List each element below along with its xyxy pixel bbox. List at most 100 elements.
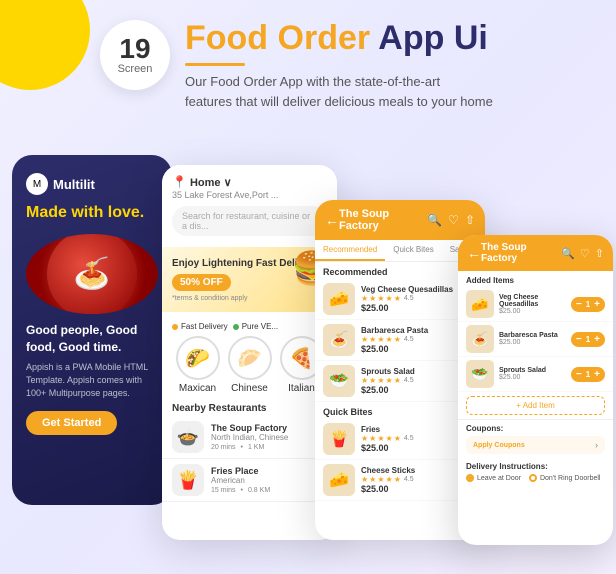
cart-item-quesadillas: 🧀 Veg Cheese Quesadillas $25.00 − 1 + <box>458 287 613 322</box>
fast-delivery-dot <box>172 324 178 330</box>
heart-icon[interactable]: ♡ <box>448 213 459 227</box>
star3: ★ <box>377 294 384 303</box>
restaurant-item-soup[interactable]: 🍲 The Soup Factory North Indian, Chinese… <box>162 416 337 459</box>
cart-share-icon[interactable]: ⇧ <box>595 247 604 260</box>
menu-thumb-salad: 🥗 <box>323 365 355 397</box>
qty-plus-salad[interactable]: + <box>594 369 600 380</box>
cart-restaurant-name: The Soup Factory <box>481 242 561 264</box>
delivery-option-ring[interactable]: Don't Ring Doorbell <box>529 474 600 482</box>
tab-recommended[interactable]: Recommended <box>315 240 385 261</box>
subtitle: Our Food Order App with the state-of-the… <box>185 72 525 111</box>
restaurant-item-fries[interactable]: 🍟 Fries Place American 15 mins • 0.8 KM <box>162 459 337 502</box>
rating-pasta: 4.5 <box>404 336 414 343</box>
qty-minus-salad[interactable]: − <box>576 369 582 380</box>
menu-thumb-cheese-sticks: 🧀 <box>323 464 355 496</box>
share-icon[interactable]: ⇧ <box>465 213 475 227</box>
back-arrow-icon[interactable]: ← <box>325 212 339 228</box>
category-label-italian: Italian <box>288 383 315 394</box>
qty-control-salad[interactable]: − 1 + <box>571 367 605 382</box>
phone-header-bar: 📍 Home ∨ 35 Lake Forest Ave,Port ... Sea… <box>162 165 337 247</box>
get-started-button[interactable]: Get Started <box>26 411 117 435</box>
cart-name-salad: Sprouts Salad <box>499 367 566 374</box>
qty-control-pasta[interactable]: − 1 + <box>571 332 605 347</box>
cart-back-icon[interactable]: ← <box>467 245 481 261</box>
cart-thumb-quesadillas: 🧀 <box>466 290 494 318</box>
coupons-section: Coupons: Apply Coupons › <box>458 419 613 458</box>
rating-salad: 4.5 <box>404 377 414 384</box>
left-panel-tagline: Good people, Good food, Good time. <box>26 322 158 356</box>
fast-delivery-label: Fast Delivery <box>181 322 228 331</box>
cart-thumb-pasta: 🍝 <box>466 325 494 353</box>
screen-badge: 19 Screen <box>100 20 170 90</box>
qty-num-quesadillas: 1 <box>586 300 590 309</box>
delivery-options: Leave at Door Don't Ring Doorbell <box>466 474 605 482</box>
logo-icon: M <box>26 173 48 195</box>
cart-info-quesadillas: Veg Cheese Quesadillas $25.00 <box>499 294 566 315</box>
restaurant-meta-soup: 20 mins • 1 KM <box>211 444 327 451</box>
promo-banner: Enjoy Lightening Fast Delivery!! 50% OFF… <box>162 247 337 312</box>
qty-minus-pasta[interactable]: − <box>576 334 582 345</box>
cart-heart-icon[interactable]: ♡ <box>580 247 590 260</box>
radio-inner-leave <box>468 476 472 480</box>
star2: ★ <box>369 294 376 303</box>
tab-quick-bites[interactable]: Quick Bites <box>385 240 441 261</box>
star5: ★ <box>394 294 401 303</box>
screen-number: 19 <box>119 35 150 63</box>
category-label-mexican: Maxican <box>179 383 216 394</box>
fast-delivery-tag: Fast Delivery <box>172 322 228 331</box>
cart-item-pasta: 🍝 Barbaresca Pasta $25.00 − 1 + <box>458 322 613 357</box>
header-section: 19 Screen Food Order App Ui Our Food Ord… <box>100 20 596 111</box>
search-bar[interactable]: Search for restaurant, cuisine or a dis.… <box>172 206 327 236</box>
coupon-arrow-icon: › <box>595 440 598 450</box>
left-panel: M Multilit Made with love. Good people, … <box>12 155 172 505</box>
location-pin-icon: 📍 <box>172 175 187 189</box>
title-food-order: Food Order <box>185 19 378 57</box>
phone-cart: ← The Soup Factory 🔍 ♡ ⇧ Added Items 🧀 V… <box>458 235 613 545</box>
rating-cheese-sticks: 4.5 <box>404 476 414 483</box>
cart-search-icon[interactable]: 🔍 <box>561 247 575 260</box>
coupon-row[interactable]: Apply Coupons › <box>466 436 605 454</box>
main-title: Food Order App Ui <box>185 20 596 57</box>
rating-quesadillas: 4.5 <box>404 295 414 302</box>
delivery-option-leave[interactable]: Leave at Door <box>466 474 521 482</box>
restaurant-cuisine-fries: American <box>211 476 327 485</box>
cart-name-pasta: Barbaresca Pasta <box>499 332 566 339</box>
menu-thumb-pasta: 🍝 <box>323 324 355 356</box>
delivery-title: Delivery Instructions: <box>466 462 605 471</box>
restaurant-title-right: The Soup Factory <box>339 208 427 232</box>
delivery-option-ring-label: Don't Ring Doorbell <box>540 475 600 482</box>
restaurant-info-soup: The Soup Factory North Indian, Chinese 2… <box>211 423 327 451</box>
promo-terms: *terms & condition apply <box>172 295 327 302</box>
pure-veg-label: Pure VE... <box>242 322 278 331</box>
cart-price-salad: $25.00 <box>499 374 566 381</box>
star4: ★ <box>386 294 393 303</box>
qty-control-quesadillas[interactable]: − 1 + <box>571 297 605 312</box>
delivery-option-leave-label: Leave at Door <box>477 475 521 482</box>
restaurant-distance-fries: 0.8 KM <box>248 487 270 494</box>
qty-num-pasta: 1 <box>586 335 590 344</box>
cart-thumb-salad: 🥗 <box>466 360 494 388</box>
restaurant-cuisine-soup: North Indian, Chinese <box>211 433 327 442</box>
star1: ★ <box>361 294 368 303</box>
pure-veg-tag: Pure VE... <box>233 322 278 331</box>
title-area: Food Order App Ui Our Food Order App wit… <box>185 20 596 111</box>
location-label: Home ∨ <box>190 176 232 189</box>
restaurant-name-fries: Fries Place <box>211 466 327 476</box>
restaurant-meta-fries: 15 mins • 0.8 KM <box>211 487 327 494</box>
category-item-mexican[interactable]: 🌮 Maxican <box>176 336 220 394</box>
coupons-title: Coupons: <box>466 424 605 433</box>
category-item-chinese[interactable]: 🥟 Chinese <box>228 336 272 394</box>
add-item-button[interactable]: + Add Item <box>466 396 605 415</box>
title-app-ui: App Ui <box>378 19 488 57</box>
qty-plus-pasta[interactable]: + <box>594 334 600 345</box>
restaurant-time-fries: 15 mins <box>211 487 236 494</box>
rating-fries2: 4.5 <box>404 435 414 442</box>
screen-label: Screen <box>118 63 153 75</box>
qty-minus-quesadillas[interactable]: − <box>576 299 582 310</box>
logo-text: Multilit <box>53 177 95 192</box>
subtitle-line2: features that will deliver delicious mea… <box>185 94 493 109</box>
qty-plus-quesadillas[interactable]: + <box>594 299 600 310</box>
radio-dot-leave <box>466 474 474 482</box>
cart-price-quesadillas: $25.00 <box>499 308 566 315</box>
search-icon[interactable]: 🔍 <box>427 213 442 227</box>
